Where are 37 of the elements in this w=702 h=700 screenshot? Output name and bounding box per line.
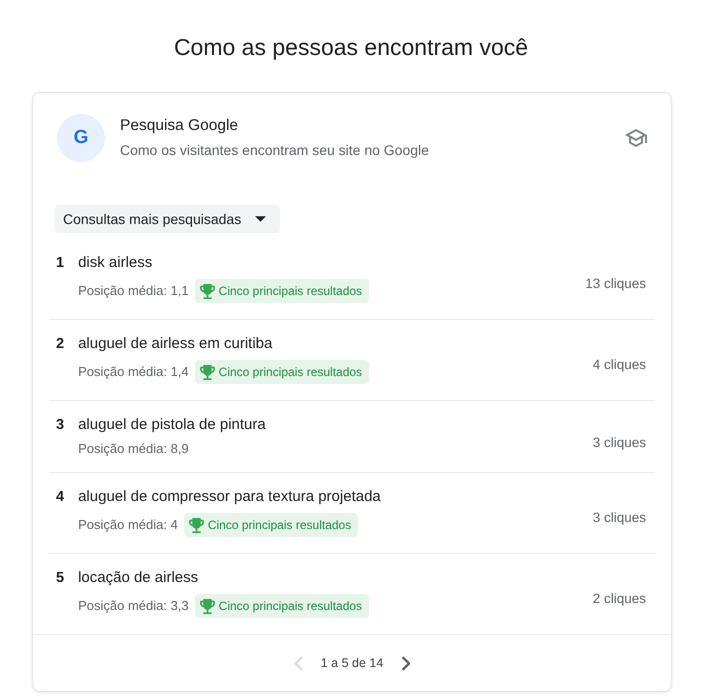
query-text: locação de airless <box>78 568 198 588</box>
graduation-cap-icon[interactable] <box>625 129 647 147</box>
rank-number: 3 <box>56 416 64 435</box>
page-range: 1 a 5 de 14 <box>320 655 384 671</box>
trophy-icon <box>200 364 215 380</box>
average-position: Posição média: 8,9 <box>78 440 189 458</box>
rank-number: 5 <box>56 569 64 588</box>
trophy-icon <box>188 518 204 532</box>
section-subtitle: Como os visitantes encontram seu site no Google <box>120 141 429 160</box>
rank-number: 4 <box>56 488 64 507</box>
click-count: 3 cliques <box>592 434 646 452</box>
logo-avatar: G <box>57 114 105 162</box>
query-text: aluguel de airless em curitiba <box>78 334 272 354</box>
query-text: disk airless <box>78 253 152 273</box>
click-count: 2 cliques <box>592 590 646 608</box>
rank-number: 2 <box>56 335 64 354</box>
average-position: Posição média: 4 <box>78 516 178 534</box>
chevron-right-icon[interactable] <box>401 656 410 670</box>
trophy-icon <box>200 284 215 298</box>
tag-label: Cinco principais resultados <box>218 598 362 614</box>
sort-dropdown[interactable]: Consultas mais pesquisadas <box>55 205 280 233</box>
query-text: aluguel de compressor para textura projetada <box>78 487 381 507</box>
section-title: Pesquisa Google <box>120 116 238 136</box>
query-text: aluguel de pistola de pintura <box>78 415 266 435</box>
click-count: 13 cliques <box>585 275 646 293</box>
trophy-icon <box>200 598 215 614</box>
rank-number: 1 <box>56 254 64 273</box>
click-count: 3 cliques <box>592 509 646 527</box>
average-position: Posição média: 1,1 <box>78 282 189 300</box>
average-position: Posição média: 1,4 <box>78 363 189 381</box>
tag-label: Cinco principais resultados <box>218 364 362 380</box>
tag-label: Cinco principais resultados <box>218 283 362 299</box>
average-position: Posição média: 3,3 <box>78 597 189 615</box>
click-count: 4 cliques <box>592 356 646 374</box>
page-heading: Como as pessoas encontram você <box>174 33 528 61</box>
caret-down-icon <box>255 216 266 222</box>
tag-label: Cinco principais resultados <box>208 517 352 533</box>
